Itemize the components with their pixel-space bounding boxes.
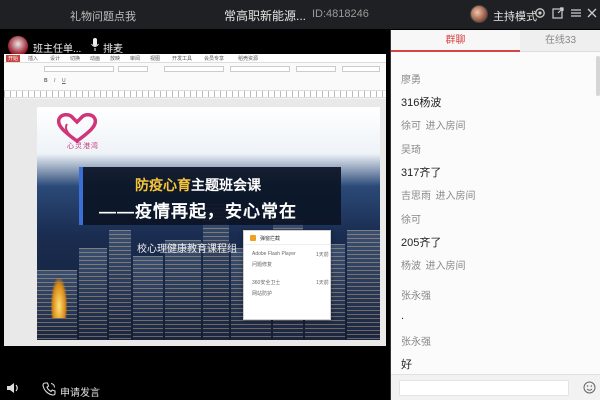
popup-title: 弹窗拦截 — [260, 236, 281, 242]
slide-headline: ——疫情再起，安心常在 — [99, 202, 297, 221]
popup-blocker-window[interactable]: 弹窗拦截 Adobe Flash Player 问题修复 1天前 360安全卫士… — [243, 230, 331, 320]
host-avatar[interactable] — [470, 5, 488, 23]
italic-icon: I — [54, 78, 56, 84]
building — [165, 240, 201, 340]
chat-message: 廖勇 316杨波 — [401, 70, 441, 110]
shape-tools — [342, 66, 380, 72]
chat-user[interactable]: 张永强 — [401, 337, 431, 348]
chat-message: 张永强 . — [401, 286, 431, 322]
title-banner: 防疫心育主题班会课 ——疫情再起，安心常在 — [79, 167, 341, 225]
chat-message: 张永强 好 — [401, 332, 431, 372]
chat-message: 徐可 205齐了 — [401, 210, 441, 250]
chat-user[interactable]: 徐可 — [401, 215, 421, 226]
streamer-name[interactable]: 班主任单... — [33, 40, 81, 55]
building — [109, 230, 131, 340]
textbox-tools — [296, 66, 336, 72]
ribbon-tab: 切换 — [70, 56, 81, 62]
building — [347, 230, 380, 340]
chat-user[interactable]: 吉思雨 — [401, 191, 431, 202]
ribbon-tab: 审阅 — [130, 56, 141, 62]
emoji-icon[interactable] — [583, 381, 596, 394]
insert-tools — [230, 66, 290, 72]
chat-text: 317齐了 — [401, 167, 442, 179]
chat-panel: 群聊 在线33 廖勇 316杨波 徐可 进入房间 吴琦 317齐了 吉思雨 进入… — [390, 30, 600, 400]
illuminated-tower — [51, 278, 67, 318]
chat-system-text: 进入房间 — [425, 121, 466, 132]
chat-user[interactable]: 廖勇 — [401, 75, 421, 86]
settings-icon[interactable] — [533, 7, 547, 21]
chat-user[interactable]: 吴琦 — [401, 145, 421, 156]
building — [79, 248, 107, 340]
top-bar: 礼物问题点我 常高职新能源... ID:4818246 主持模式 — [0, 0, 600, 30]
ribbon-toolbar: B I U — [4, 63, 386, 91]
font-selector — [44, 66, 114, 72]
chat-text: 316杨波 — [401, 97, 442, 109]
heart-logo-icon — [56, 113, 98, 143]
chat-user[interactable]: 张永强 — [401, 291, 431, 302]
popup-row[interactable]: Adobe Flash Player 问题修复 1天前 — [252, 251, 329, 268]
popup-row[interactable]: 360安全卫士 网站防护 1天前 — [252, 279, 329, 297]
ribbon-tab: 放映 — [110, 56, 121, 62]
tab-group-chat[interactable]: 群聊 — [391, 30, 520, 52]
host-mode-label[interactable]: 主持模式 — [493, 8, 537, 24]
shield-icon — [250, 235, 256, 241]
popup-row-sub: 网站防护 — [252, 291, 273, 297]
chat-text: 205齐了 — [401, 237, 442, 249]
speaker-icon[interactable] — [6, 382, 20, 394]
slide-subtitle: 校心理健康教育课程组 — [137, 244, 237, 255]
ruler — [4, 91, 386, 98]
bold-icon: B — [44, 78, 48, 84]
popup-row-name: Adobe Flash Player — [252, 251, 296, 257]
chat-system-message: 吉思雨 进入房间 — [401, 186, 475, 204]
popup-header: 弹窗拦截 — [244, 231, 330, 245]
slide-title: 防疫心育主题班会课 — [135, 175, 261, 195]
underline-icon: U — [62, 78, 66, 84]
gift-help-link[interactable]: 礼物问题点我 — [70, 8, 136, 24]
ribbon-tab: 插入 — [28, 56, 39, 62]
ribbon-tab: 会员专享 — [204, 56, 225, 62]
ribbon-tab: 开始 — [6, 55, 21, 62]
streamer-avatar[interactable] — [8, 36, 28, 56]
room-id: ID:4818246 — [312, 8, 369, 20]
ribbon-tab: 稻壳资源 — [238, 56, 259, 62]
chat-text: 好 — [401, 359, 412, 371]
close-icon[interactable] — [585, 7, 599, 21]
ribbon-tabs: 开始 插入 设计 切换 动画 放映 审阅 视图 开发工具 会员专享 稻壳资源 — [4, 54, 386, 63]
popup-row-name: 360安全卫士 — [252, 280, 281, 286]
phone-icon[interactable] — [42, 382, 56, 396]
chat-message: 吴琦 317齐了 — [401, 140, 441, 180]
font-size-selector — [118, 66, 148, 72]
ribbon-tab: 视图 — [150, 56, 161, 62]
ribbon-tab: 开发工具 — [172, 56, 193, 62]
ribbon-tab: 设计 — [50, 56, 61, 62]
menu-icon[interactable] — [569, 7, 583, 21]
chat-user[interactable]: 徐可 — [401, 121, 421, 132]
popup-row-sub: 问题修复 — [252, 262, 273, 268]
chat-tabs: 群聊 在线33 — [391, 30, 600, 52]
slide-title-highlight: 防疫心育 — [135, 177, 191, 193]
chat-input-bar — [391, 374, 600, 400]
microphone-icon — [91, 38, 99, 51]
room-title: 常高职新能源... — [224, 9, 307, 23]
building — [133, 256, 163, 340]
request-speak-button[interactable]: 申请发言 — [60, 384, 100, 399]
logo-text: 心灵港湾 — [67, 142, 99, 150]
chat-text: . — [401, 310, 405, 322]
queue-button[interactable]: 排麦 — [103, 40, 123, 55]
chat-system-message: 徐可 进入房间 — [401, 116, 465, 134]
popup-row-time: 1天前 — [316, 252, 329, 258]
ribbon-tab: 动画 — [90, 56, 101, 62]
popup-row-time: 1天前 — [316, 280, 329, 286]
chat-system-text: 进入房间 — [425, 261, 466, 272]
chat-system-message: 杨波 进入房间 — [401, 256, 465, 274]
chat-input[interactable] — [399, 380, 569, 396]
paragraph-tools — [164, 66, 224, 72]
chat-user[interactable]: 杨波 — [401, 261, 421, 272]
chat-messages: 廖勇 316杨波 徐可 进入房间 吴琦 317齐了 吉思雨 进入房间 徐可 20… — [391, 52, 600, 374]
chat-system-text: 进入房间 — [435, 191, 476, 202]
popout-icon[interactable] — [551, 7, 565, 21]
tab-online[interactable]: 在线33 — [520, 30, 600, 52]
slide-title-rest: 主题班会课 — [191, 177, 261, 193]
